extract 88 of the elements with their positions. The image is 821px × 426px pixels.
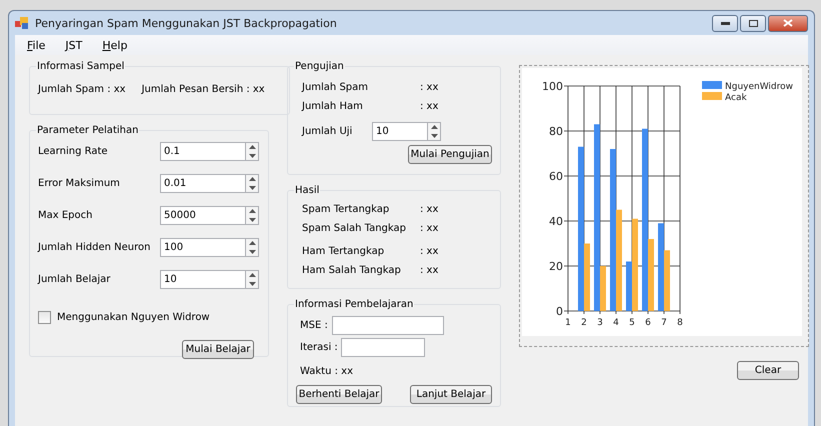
- y-tick-label: 80: [549, 125, 563, 138]
- legend-label: Acak: [725, 93, 747, 103]
- spin-button[interactable]: [246, 206, 259, 225]
- group-title: Parameter Pelatihan: [36, 125, 140, 136]
- result-value: : xx: [420, 265, 438, 276]
- clear-button[interactable]: Clear: [737, 361, 799, 380]
- menu-item[interactable]: JST: [57, 38, 90, 52]
- caret-down-icon: [248, 282, 256, 286]
- checkbox-label: Menggunakan Nguyen Widrow: [57, 312, 210, 323]
- spin-button[interactable]: [246, 238, 259, 257]
- spin-button[interactable]: [246, 142, 259, 161]
- info-label: Jumlah Spam: [302, 82, 370, 93]
- start-training-button[interactable]: Mulai Belajar: [182, 340, 254, 359]
- caret-down-icon: [248, 218, 256, 222]
- spin-button[interactable]: [246, 174, 259, 193]
- number-field[interactable]: 100: [160, 238, 246, 257]
- number-field[interactable]: 50000: [160, 206, 246, 225]
- stop-training-button[interactable]: Berhenti Belajar: [296, 385, 382, 404]
- field-label: Iterasi :: [300, 342, 338, 353]
- caret-down-icon: [248, 154, 256, 158]
- group-title: Hasil: [294, 185, 320, 196]
- caret-up-icon: [248, 209, 256, 214]
- maximize-button[interactable]: [740, 14, 766, 32]
- x-tick-label: 1: [565, 318, 571, 328]
- x-tick-label: 3: [597, 318, 603, 328]
- mse-field[interactable]: [332, 316, 444, 335]
- close-icon: [783, 19, 793, 27]
- result-value: : xx: [420, 204, 438, 215]
- window-title: Penyaringan Spam Menggunakan JST Backpropagation: [35, 16, 338, 30]
- number-field[interactable]: 10: [372, 122, 428, 141]
- info-value: : xx: [420, 82, 438, 93]
- y-tick-label: 40: [549, 215, 563, 228]
- iteration-field[interactable]: [340, 338, 425, 357]
- minimize-icon: [720, 22, 730, 24]
- group-title: Pengujian: [294, 61, 345, 72]
- result-label: Spam Salah Tangkap: [302, 223, 407, 234]
- x-tick-label: 7: [661, 318, 667, 328]
- caret-up-icon: [248, 145, 256, 150]
- result-value: : xx: [420, 223, 438, 234]
- y-tick-label: 100: [542, 80, 563, 93]
- result-label: Spam Tertangkap: [302, 204, 390, 215]
- info-text: Jumlah Spam : xx: [38, 84, 126, 95]
- field-label: Jumlah Uji: [302, 126, 354, 137]
- group-title: Informasi Sampel: [36, 61, 126, 72]
- field-label: MSE :: [300, 320, 328, 331]
- field-label: Jumlah Belajar: [38, 274, 112, 285]
- app-icon: [15, 17, 29, 29]
- x-tick-label: 5: [629, 318, 635, 328]
- result-value: : xx: [420, 246, 438, 257]
- spin-button[interactable]: [428, 122, 441, 141]
- caret-up-icon: [430, 125, 438, 130]
- caret-down-icon: [430, 134, 438, 138]
- checkbox[interactable]: [38, 311, 51, 324]
- legend-label: NguyenWidrow: [725, 82, 794, 92]
- x-tick-label: 2: [581, 318, 587, 328]
- field-label: Error Maksimum: [38, 178, 121, 189]
- y-tick-label: 20: [549, 260, 563, 273]
- number-field[interactable]: 0.01: [160, 174, 246, 193]
- info-value: : xx: [420, 101, 438, 112]
- maximize-icon: [748, 20, 758, 26]
- x-tick-label: 4: [613, 318, 619, 328]
- field-label: Max Epoch: [38, 210, 94, 221]
- x-tick-label: 8: [677, 318, 683, 328]
- group-title: Informasi Pembelajaran: [294, 299, 414, 310]
- time-text: Waktu : xx: [300, 366, 353, 377]
- menu-item[interactable]: Help: [94, 38, 136, 52]
- field-label: Jumlah Hidden Neuron: [38, 242, 152, 253]
- continue-training-button[interactable]: Lanjut Belajar: [410, 385, 492, 404]
- info-text: Jumlah Pesan Bersih : xx: [142, 84, 265, 95]
- start-testing-button[interactable]: Mulai Pengujian: [408, 145, 492, 164]
- info-label: Jumlah Ham: [302, 101, 364, 112]
- result-label: Ham Tertangkap: [302, 246, 386, 257]
- minimize-button[interactable]: [712, 14, 738, 32]
- field-label: Learning Rate: [38, 146, 109, 157]
- y-tick-label: 0: [556, 305, 563, 318]
- x-tick-label: 6: [645, 318, 651, 328]
- caret-down-icon: [248, 250, 256, 254]
- number-field[interactable]: 0.1: [160, 142, 246, 161]
- number-field[interactable]: 10: [160, 270, 246, 289]
- caret-up-icon: [248, 177, 256, 182]
- caret-down-icon: [248, 186, 256, 190]
- caret-up-icon: [248, 241, 256, 246]
- menu-item[interactable]: File: [19, 38, 54, 52]
- y-tick-label: 60: [549, 170, 563, 183]
- close-button[interactable]: [768, 14, 808, 32]
- result-label: Ham Salah Tangkap: [302, 265, 402, 276]
- spin-button[interactable]: [246, 270, 259, 289]
- caret-up-icon: [248, 273, 256, 278]
